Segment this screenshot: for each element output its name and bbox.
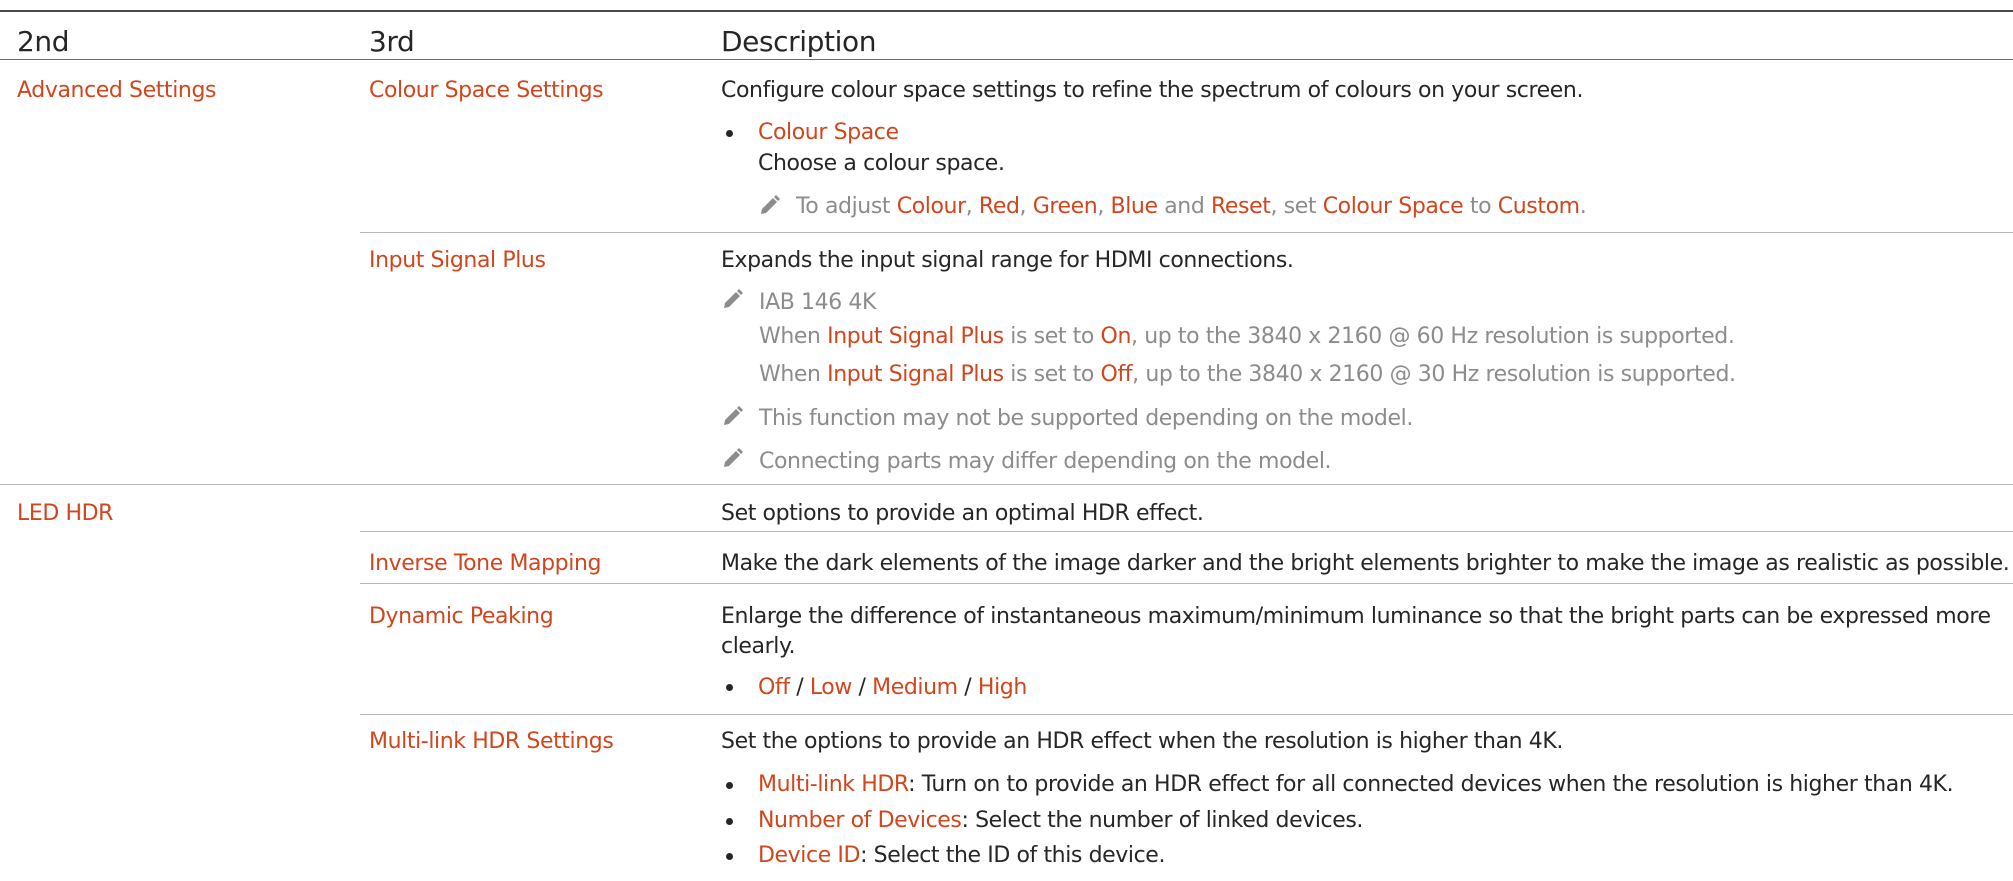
note-term-off: Off [1100, 362, 1133, 387]
bullet-text: : Select the number of linked devices. [961, 808, 1364, 833]
bullet-text: : Turn on to provide an HDR effect for a… [908, 772, 1954, 797]
led-hdr-description: Set options to provide an optimal HDR ef… [721, 501, 1204, 526]
number-of-devices-bullet: Number of Devices: Select the number of … [758, 810, 1363, 832]
note-term-reset: Reset [1211, 194, 1271, 219]
note-term-custom: Custom [1497, 194, 1580, 219]
advanced-settings-label: Advanced Settings [17, 78, 217, 103]
model-support-note: This function may not be supported depen… [759, 406, 1413, 431]
note-term-input-signal-plus: Input Signal Plus [827, 324, 1004, 349]
pencil-icon [724, 406, 743, 425]
colour-space-settings-description: Configure colour space settings to refin… [721, 78, 1584, 103]
note-term-green: Green [1032, 194, 1098, 219]
column-header-description: Description [721, 25, 877, 58]
inverse-tone-mapping-description: Make the dark elements of the image dark… [721, 551, 2010, 576]
note-text: When [759, 362, 828, 387]
dynamic-peaking-label: Dynamic Peaking [369, 604, 554, 629]
column-header-3rd: 3rd [369, 25, 415, 58]
document-page: { "table": { "headers": { "col2": "2nd",… [0, 0, 2013, 881]
note-text: to [1463, 194, 1498, 219]
led-hdr-label: LED HDR [17, 501, 114, 526]
row-divider [0, 484, 2013, 485]
input-signal-plus-off-line: When Input Signal Plus is set to Off, up… [759, 364, 1736, 386]
column-header-2nd: 2nd [17, 25, 70, 58]
input-signal-plus-description: Expands the input signal range for HDMI … [721, 248, 1294, 273]
note-term-red: Red [978, 194, 1020, 219]
note-text: . [1579, 194, 1587, 219]
row-divider [360, 531, 2013, 532]
header-bottom-rule [0, 59, 2013, 60]
row-divider [360, 583, 2013, 584]
note-text: When [759, 324, 828, 349]
option-separator: / [957, 675, 978, 700]
multi-link-hdr-settings-label: Multi-link HDR Settings [369, 729, 614, 754]
term-multi-link-hdr: Multi-link HDR [758, 772, 909, 797]
bullet-dot [726, 853, 733, 860]
note-text: , up to the 3840 x 2160 @ 60 Hz resoluti… [1131, 324, 1735, 349]
note-text: , set [1270, 194, 1323, 219]
note-text: , up to the 3840 x 2160 @ 30 Hz resoluti… [1132, 362, 1736, 387]
term-device-id: Device ID [758, 843, 861, 868]
option-medium: Medium [872, 675, 958, 700]
note-text: is set to [1003, 324, 1101, 349]
multi-link-hdr-bullet: Multi-link HDR: Turn on to provide an HD… [758, 772, 1954, 797]
row-divider [360, 714, 2013, 715]
note-text: and [1157, 194, 1212, 219]
option-high: High [977, 675, 1027, 700]
note-term-on: On [1100, 324, 1132, 349]
note-term-colour: Colour [896, 194, 966, 219]
option-separator: / [851, 675, 873, 700]
note-term-colour-space: Colour Space [1322, 194, 1464, 219]
note-text: To adjust [796, 194, 897, 219]
bullet-dot [726, 782, 733, 789]
note-term-blue: Blue [1110, 194, 1158, 219]
term-number-of-devices: Number of Devices [758, 808, 962, 833]
colour-space-option-description: Choose a colour space. [758, 151, 1005, 176]
colour-space-option: Colour Space [758, 120, 899, 145]
dynamic-peaking-description-line1: Enlarge the difference of instantaneous … [721, 604, 1991, 629]
bullet-dot [726, 684, 733, 691]
input-signal-plus-label: Input Signal Plus [369, 248, 546, 273]
connecting-parts-note: Connecting parts may differ depending on… [759, 449, 1332, 474]
pencil-icon [761, 195, 780, 214]
colour-space-note: To adjust Colour, Red, Green, Blue and R… [796, 194, 1587, 219]
option-off: Off [758, 675, 790, 700]
note-text: is set to [1003, 362, 1101, 387]
bullet-dot [726, 130, 733, 137]
pencil-icon [724, 289, 743, 308]
inverse-tone-mapping-label: Inverse Tone Mapping [369, 551, 602, 576]
bullet-text: : Select the ID of this device. [860, 843, 1166, 868]
row-divider [360, 232, 2013, 233]
note-term-input-signal-plus: Input Signal Plus [827, 362, 1004, 387]
note-text: , [1019, 194, 1033, 219]
dynamic-peaking-options: Off / Low / Medium / High [758, 677, 1027, 699]
input-signal-plus-on-line: When Input Signal Plus is set to On, up … [759, 324, 1735, 349]
header-top-rule [0, 10, 2013, 12]
multi-link-hdr-settings-description: Set the options to provide an HDR effect… [721, 729, 1564, 754]
device-id-bullet: Device ID: Select the ID of this device. [758, 845, 1165, 867]
option-separator: / [789, 675, 810, 700]
dynamic-peaking-description-line2: clearly. [721, 634, 796, 659]
note-text: , [1097, 194, 1111, 219]
option-low: Low [809, 675, 853, 700]
pencil-icon [724, 448, 743, 467]
iab-note: IAB 146 4K [759, 290, 877, 315]
colour-space-settings-label: Colour Space Settings [369, 78, 604, 103]
bullet-dot [726, 818, 733, 825]
note-text: , [965, 194, 979, 219]
